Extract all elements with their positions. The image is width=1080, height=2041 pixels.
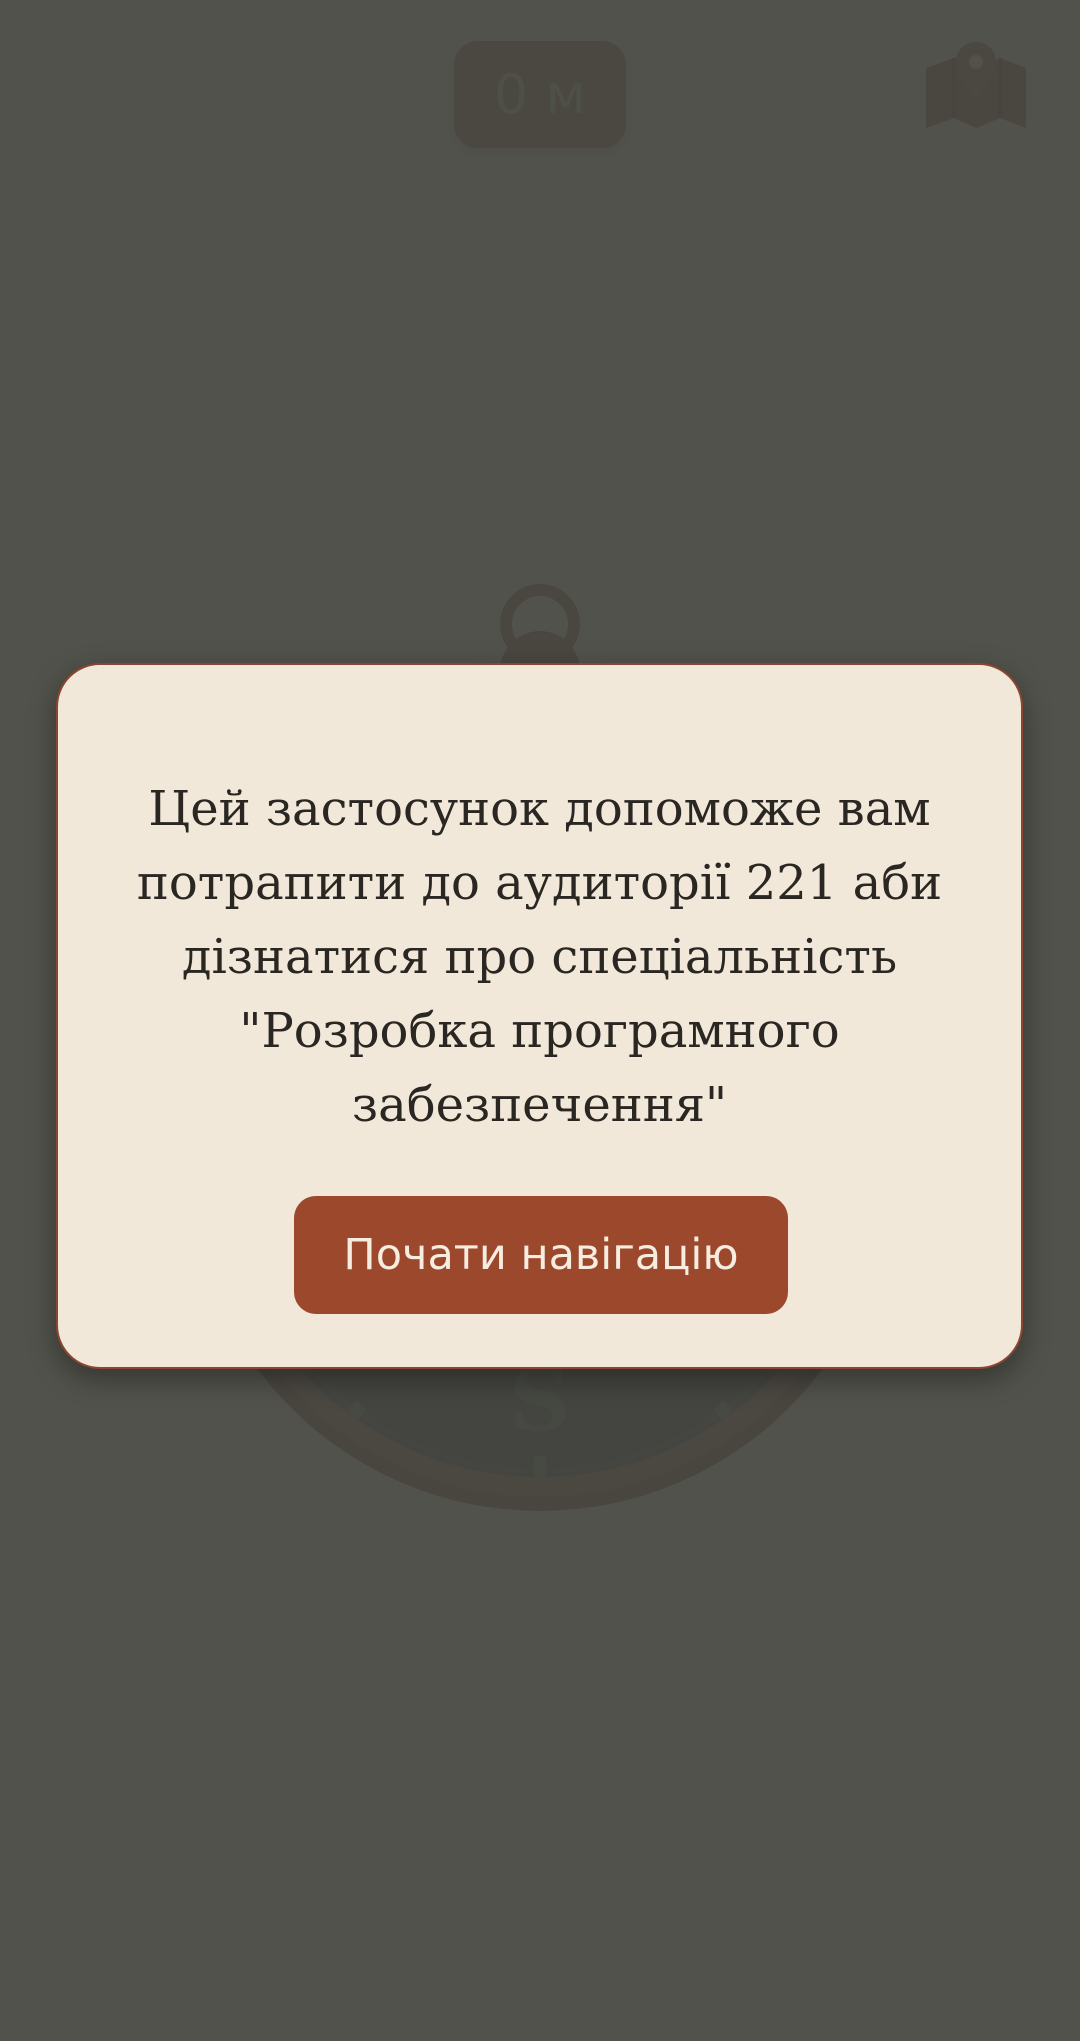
dialog-message: Цей застосунок допоможе вам потрапити до… bbox=[136, 781, 943, 1133]
start-navigation-button[interactable]: Почати навігацію bbox=[294, 1196, 788, 1314]
welcome-dialog: Цей застосунок допоможе вам потрапити до… bbox=[56, 663, 1023, 1369]
